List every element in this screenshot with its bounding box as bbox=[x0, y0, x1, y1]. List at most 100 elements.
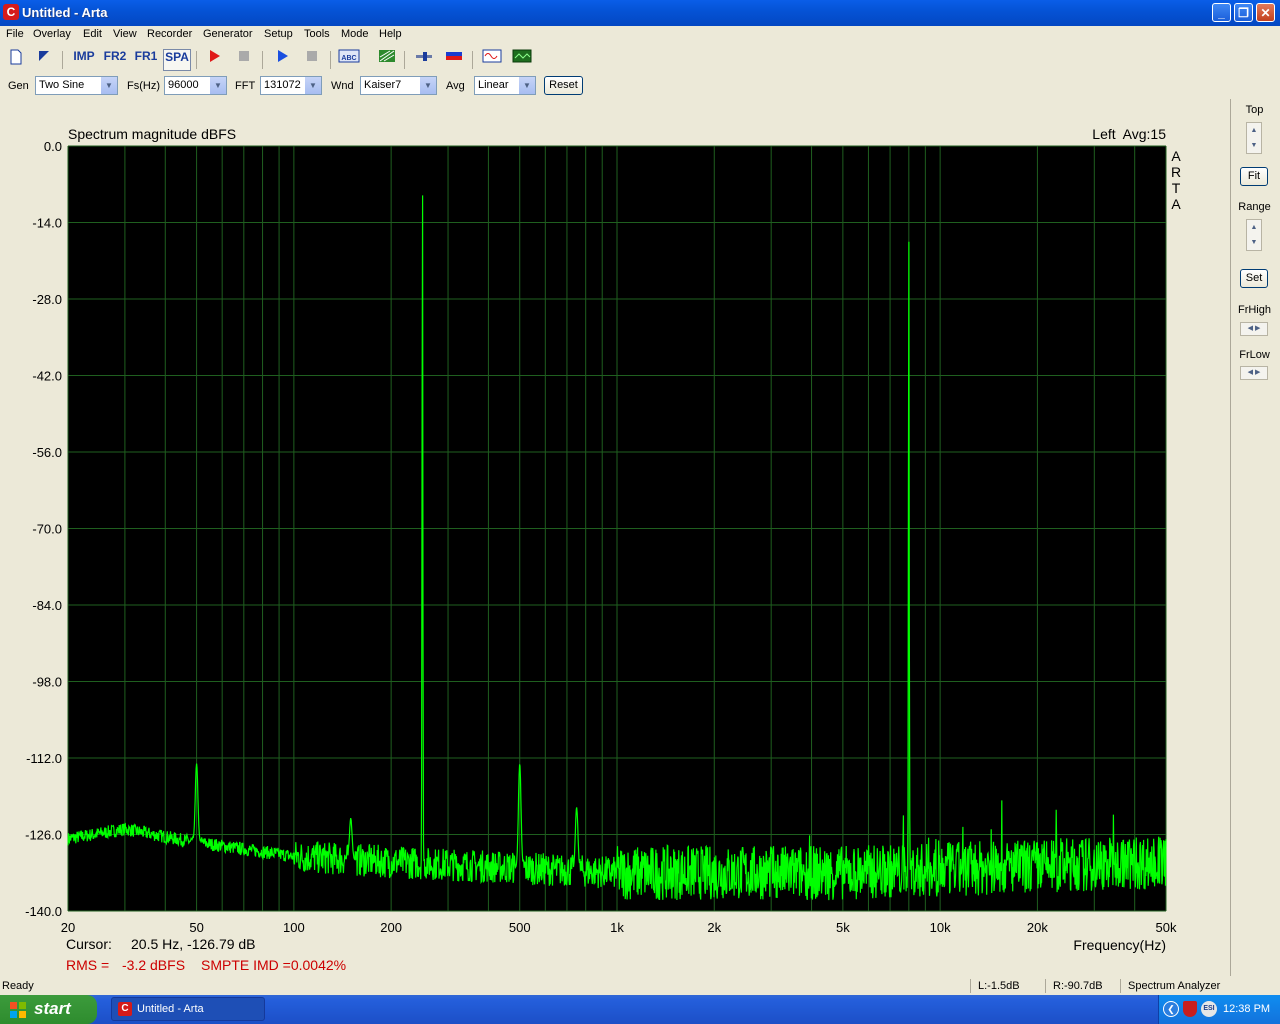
taskbar-item-label: Untitled - Arta bbox=[137, 1003, 204, 1015]
play-icon[interactable] bbox=[270, 49, 294, 71]
set-button[interactable]: Set bbox=[1240, 269, 1268, 288]
rms-readout: -3.2 dBFS bbox=[122, 957, 185, 973]
generator-select[interactable]: Two Sine ▼ bbox=[35, 76, 118, 95]
window-select[interactable]: Kaiser7 ▼ bbox=[360, 76, 437, 95]
range-spinner[interactable]: ▲ ▼ bbox=[1246, 219, 1262, 251]
stop-record-icon[interactable] bbox=[232, 49, 256, 71]
chevron-down-icon[interactable]: ▼ bbox=[305, 77, 321, 94]
gen-label: Gen bbox=[8, 80, 29, 92]
status-separator bbox=[970, 979, 971, 993]
chart-title: Spectrum magnitude dBFS bbox=[68, 126, 236, 142]
slider-icon[interactable] bbox=[412, 49, 436, 71]
menu-file[interactable]: File bbox=[6, 28, 24, 40]
arrow-left-icon[interactable]: ◀ bbox=[1248, 325, 1253, 332]
menu-help[interactable]: Help bbox=[379, 28, 402, 40]
menu-tools[interactable]: Tools bbox=[304, 28, 330, 40]
arrow-down-icon[interactable]: ▼ bbox=[1247, 235, 1261, 250]
x-tick-label: 50 bbox=[189, 920, 203, 935]
frlow-spinner[interactable]: ◀ ▶ bbox=[1240, 366, 1268, 380]
oscilloscope-icon[interactable] bbox=[510, 49, 534, 71]
y-tick-label: -98.0 bbox=[32, 675, 62, 690]
watermark-letter: T bbox=[1172, 180, 1181, 196]
menu-edit[interactable]: Edit bbox=[83, 28, 102, 40]
x-tick-label: 1k bbox=[610, 920, 624, 935]
stop-icon[interactable] bbox=[300, 49, 324, 71]
record-icon[interactable] bbox=[202, 49, 226, 71]
minimize-button[interactable]: _ bbox=[1212, 3, 1231, 22]
open-icon[interactable] bbox=[32, 49, 56, 71]
impulse-mode-button[interactable]: IMP bbox=[70, 49, 98, 71]
y-tick-label: -126.0 bbox=[25, 828, 62, 843]
arrow-down-icon[interactable]: ▼ bbox=[1247, 138, 1261, 153]
y-tick-label: -14.0 bbox=[32, 216, 62, 231]
menu-setup[interactable]: Setup bbox=[264, 28, 293, 40]
arta-logo-icon[interactable]: C bbox=[3, 4, 19, 20]
y-axis-ticks: 0.0 -14.0 -28.0 -42.0 -56.0 -70.0 -84.0 -98.0 -1… bbox=[25, 139, 62, 919]
watermark-letter: A bbox=[1171, 148, 1181, 164]
spectrum-plot-panel: Spectrum magnitude dBFS Left Avg:15 0.0 -… bbox=[2, 99, 1231, 976]
antivirus-icon[interactable]: ESI bbox=[1201, 1001, 1217, 1017]
clock: 12:38 PM bbox=[1223, 1003, 1271, 1015]
chevron-down-icon[interactable]: ▼ bbox=[101, 77, 117, 94]
arrow-up-icon[interactable]: ▲ bbox=[1247, 220, 1261, 235]
menu-overlay[interactable]: Overlay bbox=[33, 28, 71, 40]
fr1-mode-button[interactable]: FR1 bbox=[132, 49, 160, 71]
windows-logo-icon bbox=[10, 1002, 26, 1018]
new-file-icon[interactable] bbox=[4, 49, 28, 71]
y-tick-label: -28.0 bbox=[32, 292, 62, 307]
arrow-right-icon[interactable]: ▶ bbox=[1255, 369, 1260, 376]
title-bar: C Untitled - Arta _ ❐ ✕ bbox=[0, 0, 1280, 26]
x-tick-label: 5k bbox=[836, 920, 850, 935]
chevron-down-icon[interactable]: ▼ bbox=[519, 77, 535, 94]
fr2-mode-button[interactable]: FR2 bbox=[101, 49, 129, 71]
menu-recorder[interactable]: Recorder bbox=[147, 28, 192, 40]
menu-mode[interactable]: Mode bbox=[341, 28, 369, 40]
frhigh-spinner[interactable]: ◀ ▶ bbox=[1240, 322, 1268, 336]
menu-generator[interactable]: Generator bbox=[203, 28, 253, 40]
arrow-left-icon[interactable]: ◀ bbox=[1248, 369, 1253, 376]
sample-rate-value: 96000 bbox=[168, 79, 199, 91]
status-bar: Ready L:-1.5dB R:-90.7dB Spectrum Analyz… bbox=[0, 977, 1280, 995]
toolbar-separator bbox=[62, 51, 63, 69]
chevron-down-icon[interactable]: ▼ bbox=[420, 77, 436, 94]
close-button[interactable]: ✕ bbox=[1256, 3, 1275, 22]
menu-view[interactable]: View bbox=[113, 28, 137, 40]
fs-label: Fs(Hz) bbox=[127, 80, 160, 92]
reset-button[interactable]: Reset bbox=[544, 76, 583, 95]
fr1-label: FR1 bbox=[134, 49, 158, 63]
arta-watermark: ARTA bbox=[1171, 148, 1181, 212]
top-label: Top bbox=[1245, 104, 1264, 116]
status-separator bbox=[1120, 979, 1121, 993]
abc-overlay-icon[interactable]: ABC bbox=[336, 49, 362, 71]
chevron-down-icon[interactable]: ▼ bbox=[210, 77, 226, 94]
spa-mode-button[interactable]: SPA bbox=[163, 49, 191, 71]
arrow-up-icon[interactable]: ▲ bbox=[1247, 123, 1261, 138]
x-axis-ticks: 20 50 100 200 500 1k 2k 5k 10k 20k 50k bbox=[61, 920, 1177, 935]
x-tick-label: 200 bbox=[380, 920, 402, 935]
top-spinner[interactable]: ▲ ▼ bbox=[1246, 122, 1262, 154]
status-separator bbox=[1045, 979, 1046, 993]
wnd-label: Wnd bbox=[331, 80, 354, 92]
spectrum-chart[interactable]: Spectrum magnitude dBFS Left Avg:15 0.0 -… bbox=[2, 99, 1230, 976]
averaging-select[interactable]: Linear ▼ bbox=[474, 76, 536, 95]
fr2-label: FR2 bbox=[103, 49, 127, 63]
toolbar: IMP FR2 FR1 SPA ABC bbox=[0, 45, 1280, 73]
level-meter-icon[interactable] bbox=[442, 49, 466, 71]
fft-size-select[interactable]: 131072 ▼ bbox=[260, 76, 322, 95]
sample-rate-select[interactable]: 96000 ▼ bbox=[164, 76, 227, 95]
left-level: L:-1.5dB bbox=[978, 980, 1020, 992]
shield-icon[interactable] bbox=[1183, 1001, 1197, 1017]
imd-readout: SMPTE IMD =0.0042% bbox=[201, 957, 346, 973]
toolbar-separator bbox=[196, 51, 197, 69]
signal-generator-icon[interactable] bbox=[480, 49, 504, 71]
fit-button[interactable]: Fit bbox=[1240, 167, 1268, 186]
waterfall-icon[interactable] bbox=[375, 49, 399, 71]
fft-label: FFT bbox=[235, 80, 256, 92]
toolbar-separator bbox=[404, 51, 405, 69]
arrow-right-icon[interactable]: ▶ bbox=[1255, 325, 1260, 332]
taskbar-item-arta[interactable]: C Untitled - Arta bbox=[111, 997, 265, 1021]
start-button[interactable]: start bbox=[0, 995, 97, 1024]
restore-button[interactable]: ❐ bbox=[1234, 3, 1253, 22]
averaging-value: Linear bbox=[478, 79, 509, 91]
chevron-left-icon[interactable]: ❮ bbox=[1163, 1001, 1179, 1017]
